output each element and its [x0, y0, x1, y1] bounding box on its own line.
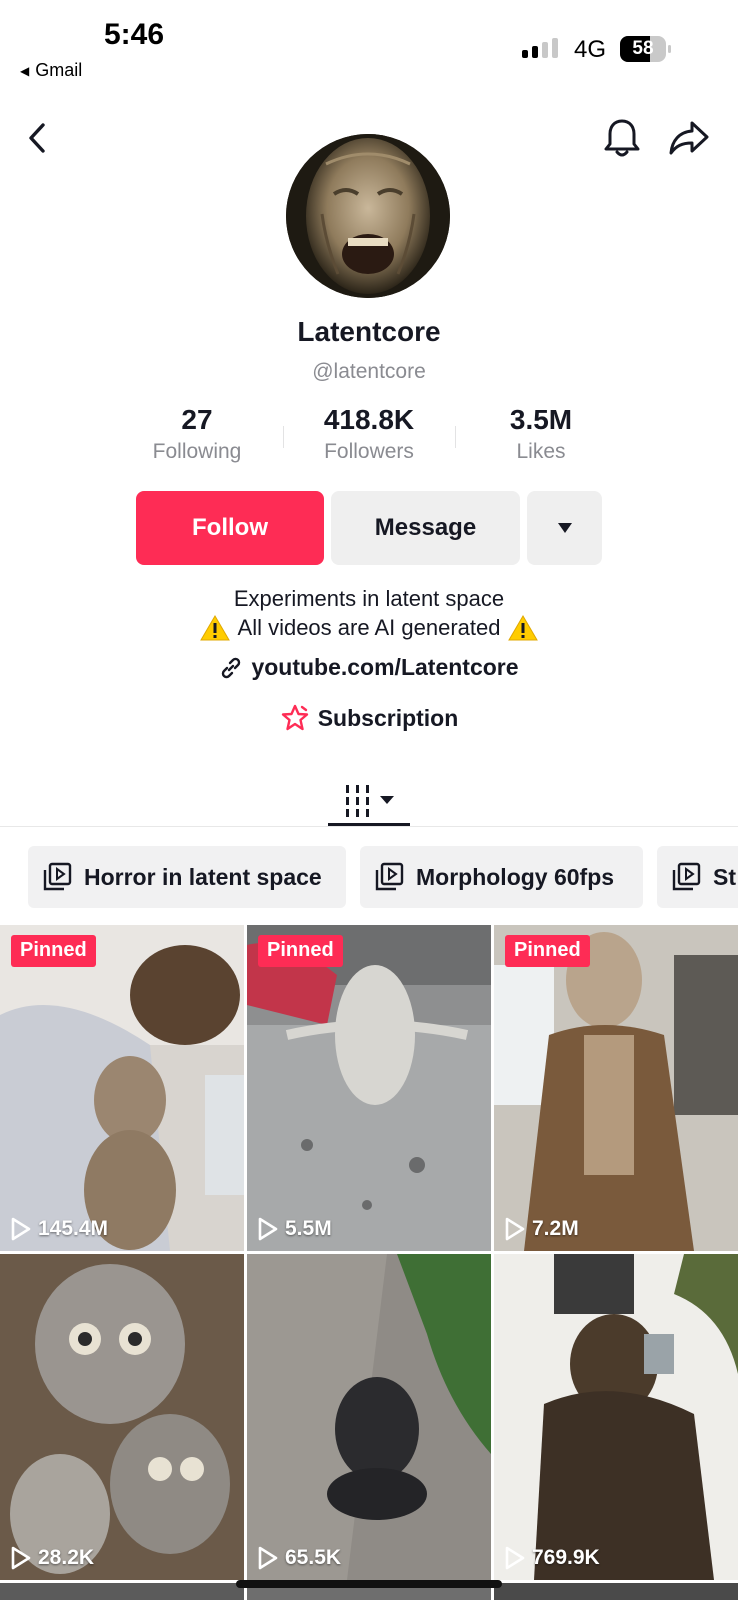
chevron-left-icon [29, 123, 45, 153]
bio-line-2: All videos are AI generated [0, 615, 738, 641]
playlist-icon [672, 862, 701, 891]
caret-down-icon [380, 796, 394, 804]
view-count-value: 145.4M [38, 1217, 109, 1240]
stat-value: 27 [181, 404, 213, 435]
message-button[interactable]: Message [331, 491, 520, 565]
back-triangle-icon: ◀ [20, 63, 30, 78]
pinned-badge: Pinned [11, 935, 96, 967]
playlist-label: St [713, 863, 736, 890]
play-icon [258, 1546, 278, 1570]
video-thumbnail[interactable]: 65.5K [247, 1254, 491, 1580]
thumbnail-image [247, 925, 491, 1251]
video-thumbnail[interactable] [0, 1583, 244, 1600]
playlist-icon [43, 862, 72, 891]
video-thumbnail[interactable]: 769.9K [494, 1254, 738, 1580]
avatar-image [286, 134, 450, 298]
network-type: 4G [574, 36, 607, 63]
profile-link[interactable]: youtube.com/Latentcore [0, 654, 738, 681]
playlist-label: Horror in latent space [84, 863, 322, 890]
battery-level: 58 [632, 38, 654, 59]
back-to-app-link[interactable]: ◀ Gmail [20, 60, 82, 81]
play-icon [11, 1217, 31, 1241]
video-grid: Pinned 145.4M Pinned 5.5M Pinned 7.2M 28… [0, 925, 738, 1600]
share-arrow-icon [669, 121, 709, 155]
stat-value: 418.8K [323, 404, 415, 435]
follow-button[interactable]: Follow [136, 491, 324, 565]
stat-label: Following [152, 440, 242, 463]
thumbnail-image [0, 1254, 244, 1580]
status-time: 5:46 [104, 18, 165, 51]
suggested-accounts-button[interactable] [527, 491, 602, 565]
pinned-badge: Pinned [258, 935, 343, 967]
subscription-button[interactable]: Subscription [0, 704, 738, 732]
back-app-label: Gmail [35, 60, 83, 80]
playlist-chips: Horror in latent space Morphology 60fps … [0, 846, 738, 908]
playlist-chip[interactable]: Morphology 60fps [360, 846, 643, 908]
view-count-value: 5.5M [285, 1217, 332, 1240]
notification-button[interactable] [598, 114, 646, 162]
warning-icon [508, 615, 539, 641]
playlist-icon [375, 862, 404, 891]
play-icon [11, 1546, 31, 1570]
view-count-value: 769.9K [532, 1546, 600, 1569]
share-button[interactable] [665, 114, 713, 162]
tab-active-indicator [328, 823, 410, 826]
play-icon [505, 1546, 525, 1570]
view-count-value: 7.2M [532, 1217, 579, 1240]
video-thumbnail[interactable]: 28.2K [0, 1254, 244, 1580]
signal-icon [522, 38, 558, 58]
view-count: 7.2M [504, 1217, 579, 1241]
caret-down-icon [557, 523, 572, 533]
bell-icon [604, 119, 640, 157]
subscription-label: Subscription [317, 704, 459, 731]
video-thumbnail[interactable]: Pinned 5.5M [247, 925, 491, 1251]
link-text: youtube.com/Latentcore [251, 654, 519, 680]
stat-likes[interactable]: 3.5M Likes [456, 404, 626, 464]
bio-text: All videos are AI generated [237, 615, 501, 640]
profile-handle: @latentcore [312, 360, 426, 383]
stat-value: 3.5M [509, 404, 573, 435]
view-count-value: 65.5K [285, 1546, 342, 1569]
view-count: 5.5M [257, 1217, 332, 1241]
video-thumbnail[interactable]: Pinned 145.4M [0, 925, 244, 1251]
view-count-value: 28.2K [38, 1546, 95, 1569]
stat-followers[interactable]: 418.8K Followers [284, 404, 454, 464]
subscription-star-icon [281, 704, 308, 731]
view-count: 65.5K [257, 1546, 341, 1570]
profile-avatar[interactable] [286, 134, 450, 298]
back-button[interactable] [14, 114, 62, 162]
home-indicator [236, 1580, 502, 1588]
play-icon [258, 1217, 278, 1241]
view-count: 145.4M [10, 1217, 108, 1241]
view-count: 28.2K [10, 1546, 94, 1570]
profile-name: Latentcore [297, 316, 441, 347]
bio-line-1: Experiments in latent space [233, 586, 505, 611]
play-icon [505, 1217, 525, 1241]
video-thumbnail[interactable]: Pinned 7.2M [494, 925, 738, 1251]
thumbnail-image [494, 1254, 738, 1580]
warning-icon [199, 615, 230, 641]
stat-label: Likes [516, 440, 566, 463]
playlist-chip[interactable]: St [657, 846, 738, 908]
videos-grid-icon [346, 785, 369, 817]
thumbnail-image [0, 925, 244, 1251]
playlist-label: Morphology 60fps [416, 863, 615, 890]
video-thumbnail[interactable] [494, 1583, 738, 1600]
thumbnail-image [494, 925, 738, 1251]
pinned-badge: Pinned [505, 935, 590, 967]
stat-following[interactable]: 27 Following [112, 404, 282, 464]
tab-videos[interactable] [328, 776, 410, 824]
battery-icon: 58 [620, 36, 672, 62]
playlist-chip[interactable]: Horror in latent space [28, 846, 346, 908]
stat-label: Followers [324, 440, 414, 463]
link-icon [222, 657, 241, 678]
thumbnail-image [247, 1254, 491, 1580]
view-count: 769.9K [504, 1546, 600, 1570]
